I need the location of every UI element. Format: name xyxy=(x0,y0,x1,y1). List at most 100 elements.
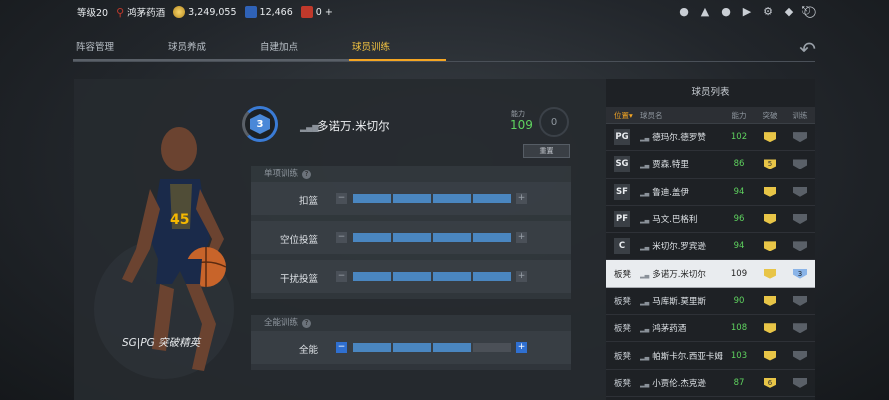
profile-icon[interactable]: ● xyxy=(677,4,691,18)
train-badge-icon xyxy=(793,350,807,361)
section-title: 全能训练? xyxy=(251,315,571,331)
roster-train xyxy=(786,241,814,252)
roster-player-name: ▂▄ 多诺万.米切尔 xyxy=(640,269,706,280)
training-label: 空位投篮 xyxy=(279,235,318,246)
crown-badge-icon xyxy=(764,323,776,334)
roster-break xyxy=(754,268,786,279)
progress-segment xyxy=(353,194,391,203)
crown-badge-icon: 5 xyxy=(764,159,776,170)
roster-panel: 球员列表 位置▾ 球员名 能力 突破 训练 PG ▂▄ 德玛尔.德罗赞 102 SG ▂▄… xyxy=(606,79,815,400)
roster-break xyxy=(754,350,786,361)
roster-row[interactable]: 板凳 ▂▄ 小贾伦.杰克逊 87 6 xyxy=(606,370,815,397)
header-train: 训练 xyxy=(792,110,808,120)
roster-row[interactable]: 板凳 ▂▄ 多诺万.米切尔 109 3 xyxy=(606,260,815,288)
progress-segment xyxy=(433,343,471,352)
progress-segment xyxy=(393,272,431,281)
tab-development[interactable]: 球员养成 xyxy=(165,36,262,61)
roster-train xyxy=(786,350,814,361)
gear-icon[interactable]: ⚙ xyxy=(761,4,775,18)
shield-icon[interactable]: ◆ xyxy=(782,4,796,18)
progress-segment xyxy=(353,272,391,281)
progress-segment xyxy=(473,194,511,203)
train-badge-icon xyxy=(793,159,807,170)
increase-button[interactable]: + xyxy=(516,232,527,243)
roster-rating: 109 xyxy=(730,268,748,279)
roster-row[interactable]: PG ▂▄ 德玛尔.德罗赞 102 xyxy=(606,124,815,152)
roster-position: 板凳 xyxy=(614,351,632,362)
roster-row[interactable]: SF ▂▄ 鲁迪.盖伊 94 xyxy=(606,179,815,206)
roster-position: SF xyxy=(606,183,640,200)
roster-rating: 102 xyxy=(730,132,748,143)
roster-row[interactable]: 板凳 ▂▄ 帕斯卡尔.西亚卡姆 103 xyxy=(606,342,815,370)
bell-icon[interactable]: ▲ xyxy=(698,4,712,18)
crown-badge-icon xyxy=(764,268,776,279)
roster-break xyxy=(754,186,786,197)
roster-position: PF xyxy=(606,211,640,228)
header-rating: 能力 xyxy=(731,110,747,120)
ticket-balance: 12,466 xyxy=(244,6,293,18)
progress-segment xyxy=(393,194,431,203)
training-row: 空位投篮 − + xyxy=(251,221,571,254)
player-level: 等级20 xyxy=(77,8,109,19)
exit-icon[interactable]: ⎋ xyxy=(800,4,812,17)
roster-position: C xyxy=(606,238,640,255)
friends-icon[interactable]: ● xyxy=(719,4,733,18)
increase-button[interactable]: + xyxy=(516,342,527,353)
roster-rating: 86 xyxy=(733,159,745,170)
roster-position: 板凳 xyxy=(614,324,632,335)
train-badge-icon xyxy=(793,323,807,334)
signal-icon: ▂▄ xyxy=(640,189,650,197)
crown-badge-icon: 6 xyxy=(764,377,776,388)
decrease-button[interactable]: − xyxy=(336,342,347,353)
roster-row[interactable]: SG ▂▄ 贾森.特里 86 5 xyxy=(606,151,815,179)
reset-button[interactable]: 重置 xyxy=(523,144,570,158)
add-gem-button[interactable]: + xyxy=(325,7,333,18)
decrease-button[interactable]: − xyxy=(336,193,347,204)
video-icon[interactable]: ▶ xyxy=(740,4,754,18)
gem-balance[interactable]: 0 + xyxy=(300,6,333,18)
train-badge-icon xyxy=(793,377,807,388)
signal-icon: ▂▄ xyxy=(640,380,650,388)
ticket-icon xyxy=(244,6,257,18)
crown-badge-icon xyxy=(764,295,776,306)
progress-segment xyxy=(353,233,391,242)
training-row: 扣篮 − + xyxy=(251,182,571,215)
decrease-button[interactable]: − xyxy=(336,232,347,243)
signal-icon: ▂▄ xyxy=(640,244,650,252)
training-progress-bar xyxy=(353,343,511,352)
roster-player-name: ▂▄ 马库斯.莫里斯 xyxy=(640,296,706,307)
training-label: 扣篮 xyxy=(298,196,318,207)
progress-segment xyxy=(353,343,391,352)
roster-break xyxy=(754,241,786,252)
roster-rating: 94 xyxy=(733,186,745,197)
back-arrow-icon[interactable]: ↶ xyxy=(799,37,816,61)
roster-row[interactable]: 板凳 ▂▄ 鸿茅药酒 108 xyxy=(606,315,815,343)
roster-header: 位置▾ 球员名 能力 突破 训练 xyxy=(606,107,815,124)
roster-break xyxy=(754,132,786,143)
roster-rating: 108 xyxy=(730,323,748,334)
tab-training[interactable]: 球员训练 xyxy=(349,36,446,61)
help-icon[interactable]: ? xyxy=(302,319,312,328)
training-label: 全能 xyxy=(298,345,318,356)
roster-rating: 96 xyxy=(733,214,745,225)
gem-icon xyxy=(300,6,313,18)
help-icon[interactable]: ? xyxy=(302,170,312,179)
training-panel: 45 SG|PG 突破精英 3 ▂▄▆ 多诺万.米切尔 能力 109 0 重置 … xyxy=(74,79,815,400)
header-name: 球员名 xyxy=(640,110,663,120)
training-row: 全能 − + xyxy=(251,331,571,364)
tab-lineup[interactable]: 阵容管理 xyxy=(73,36,170,61)
player-name: 多诺万.米切尔 xyxy=(317,119,390,133)
progress-segment xyxy=(433,272,471,281)
increase-button[interactable]: + xyxy=(516,193,527,204)
roster-row[interactable]: C ▂▄ 米切尔.罗宾逊 94 xyxy=(606,233,815,261)
roster-row[interactable]: 板凳 ▂▄ 马库斯.莫里斯 90 xyxy=(606,288,815,316)
roster-row[interactable]: PF ▂▄ 马文.巴格利 96 xyxy=(606,206,815,234)
header-position[interactable]: 位置▾ xyxy=(606,110,640,121)
level-ring: 3 xyxy=(242,106,278,142)
decrease-button[interactable]: − xyxy=(336,271,347,282)
train-badge-icon xyxy=(793,132,807,143)
roster-player-name: ▂▄ 帕斯卡尔.西亚卡姆 xyxy=(640,351,723,362)
roster-break xyxy=(754,295,786,306)
tab-custom-points[interactable]: 自建加点 xyxy=(257,36,354,61)
increase-button[interactable]: + xyxy=(516,271,527,282)
